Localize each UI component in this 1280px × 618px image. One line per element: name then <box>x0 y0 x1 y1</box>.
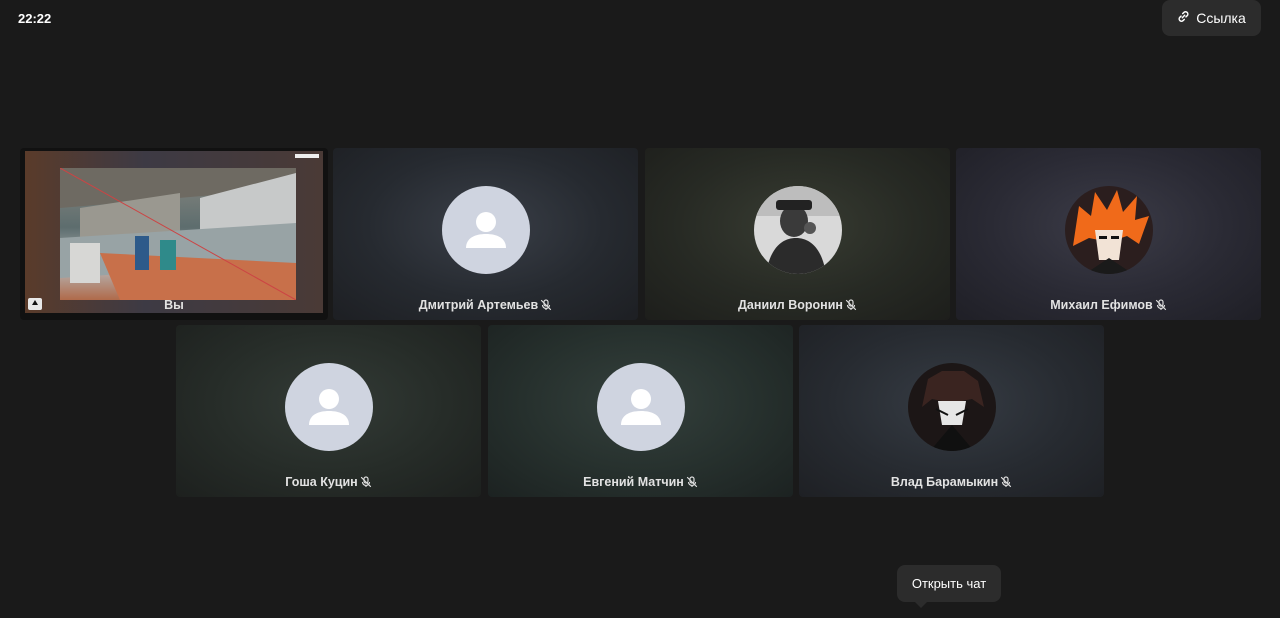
link-icon <box>1177 10 1190 26</box>
participant-name: Дмитрий Артемьев <box>333 298 638 312</box>
participant-name-text: Даниил Воронин <box>738 298 843 312</box>
mic-off-icon <box>360 476 372 488</box>
participant-tile[interactable]: Влад Барамыкин <box>799 325 1104 497</box>
open-chat-tooltip: Открыть чат <box>897 565 1001 608</box>
link-button-label: Ссылка <box>1196 10 1246 26</box>
anime-avatar <box>907 363 996 451</box>
participant-name: Михаил Ефимов <box>956 298 1261 312</box>
self-video-feed <box>25 151 323 313</box>
self-video-tile[interactable]: Вы <box>20 148 328 320</box>
mic-off-icon <box>540 299 552 311</box>
anime-avatar <box>1064 186 1153 274</box>
mic-off-icon <box>1155 299 1167 311</box>
participant-name-text: Гоша Куцин <box>285 475 358 489</box>
self-name-label: Вы <box>164 298 184 312</box>
participant-name: Евгений Матчин <box>488 475 793 489</box>
mic-off-icon <box>845 299 857 311</box>
participant-tile[interactable]: Гоша Куцин <box>176 325 481 497</box>
link-button[interactable]: Ссылка <box>1162 0 1261 36</box>
participant-name-text: Дмитрий Артемьев <box>418 298 539 312</box>
participant-name: Даниил Воронин <box>645 298 950 312</box>
participant-tile[interactable]: Михаил Ефимов <box>956 148 1261 320</box>
self-indicator-bar <box>295 154 319 158</box>
participant-tile[interactable]: Даниил Воронин <box>645 148 950 320</box>
participant-name: Влад Барамыкин <box>799 475 1104 489</box>
participant-name-text: Евгений Матчин <box>583 475 684 489</box>
photo-avatar <box>753 186 842 274</box>
clock: 22:22 <box>18 11 52 26</box>
participant-tile[interactable]: Евгений Матчин <box>488 325 793 497</box>
mic-off-icon <box>1000 476 1012 488</box>
participant-name-text: Михаил Ефимов <box>1050 298 1153 312</box>
participant-name-text: Влад Барамыкин <box>890 475 999 489</box>
placeholder-person-icon <box>441 186 530 274</box>
placeholder-person-icon <box>284 363 373 451</box>
shared-screen-image <box>60 168 296 300</box>
placeholder-person-icon <box>596 363 685 451</box>
open-chat-label: Открыть чат <box>911 576 987 591</box>
participant-tile[interactable]: Дмитрий Артемьев <box>333 148 638 320</box>
participant-name: Гоша Куцин <box>176 475 481 489</box>
mic-off-icon <box>686 476 698 488</box>
